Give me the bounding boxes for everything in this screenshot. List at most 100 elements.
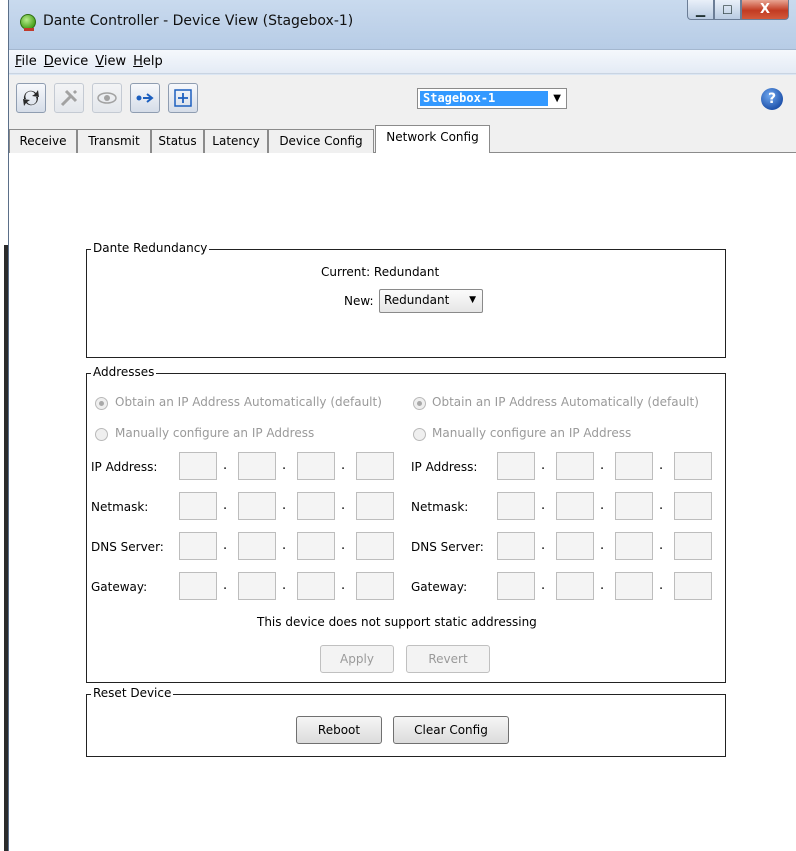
octet-separator: . (282, 458, 287, 473)
left-edge (0, 0, 8, 851)
menu-help[interactable]: Help (133, 54, 163, 69)
secondary-netmask-octet-2[interactable] (556, 492, 594, 520)
octet-separator: . (600, 578, 605, 593)
menu-file[interactable]: File (15, 54, 37, 69)
primary-netmask-label: Netmask: (91, 500, 149, 514)
primary-manual-radio[interactable] (95, 428, 108, 441)
secondary-netmask-octet-1[interactable] (497, 492, 535, 520)
device-view-window: Dante Controller - Device View (Stagebox… (8, 0, 796, 851)
octet-separator: . (600, 458, 605, 473)
secondary-netmask-octet-3[interactable] (615, 492, 653, 520)
secondary-gateway-octet-1[interactable] (497, 572, 535, 600)
tab-device-config[interactable]: Device Config (268, 129, 374, 153)
tools-icon (60, 89, 78, 107)
octet-separator: . (223, 458, 228, 473)
tab-latency[interactable]: Latency (204, 129, 268, 153)
add-button[interactable] (168, 83, 198, 113)
tools-button[interactable] (54, 83, 84, 113)
primary-netmask-octet-1[interactable] (179, 492, 217, 520)
primary-gateway-octet-4[interactable] (356, 572, 394, 600)
secondary-ip-octet-4[interactable] (674, 452, 712, 480)
menu-view[interactable]: View (95, 54, 126, 69)
secondary-dns-octet-1[interactable] (497, 532, 535, 560)
secondary-gateway-octet-4[interactable] (674, 572, 712, 600)
toolbar: Stagebox-1 ▼ ? (9, 75, 796, 123)
menu-bar: File Device View Help (9, 50, 796, 74)
secondary-dns-octet-3[interactable] (615, 532, 653, 560)
tab-transmit[interactable]: Transmit (77, 129, 151, 153)
refresh-button[interactable] (16, 83, 46, 113)
primary-netmask-octet-4[interactable] (356, 492, 394, 520)
revert-button[interactable]: Revert (406, 645, 490, 673)
octet-separator: . (659, 538, 664, 553)
window-controls: ▁ ☐ X (687, 0, 789, 22)
primary-auto-label: Obtain an IP Address Automatically (defa… (115, 395, 382, 409)
static-addressing-note: This device does not support static addr… (257, 615, 537, 629)
secondary-auto-radio[interactable] (413, 397, 426, 410)
secondary-gateway-label: Gateway: (411, 580, 468, 594)
menu-device[interactable]: Device (44, 54, 88, 69)
minimize-button[interactable]: ▁ (687, 0, 714, 20)
octet-separator: . (282, 578, 287, 593)
octet-separator: . (659, 578, 664, 593)
secondary-ip-octet-1[interactable] (497, 452, 535, 480)
octet-separator: . (341, 498, 346, 513)
octet-separator: . (600, 538, 605, 553)
primary-ip-octet-4[interactable] (356, 452, 394, 480)
primary-gateway-octet-1[interactable] (179, 572, 217, 600)
eye-icon (97, 92, 117, 104)
clear-config-button[interactable]: Clear Config (393, 716, 509, 744)
primary-netmask-octet-3[interactable] (297, 492, 335, 520)
secondary-gateway-octet-3[interactable] (615, 572, 653, 600)
tab-receive[interactable]: Receive (9, 129, 77, 153)
secondary-manual-label: Manually configure an IP Address (432, 426, 632, 440)
primary-dns-octet-2[interactable] (238, 532, 276, 560)
primary-gateway-octet-3[interactable] (297, 572, 335, 600)
primary-gateway-octet-2[interactable] (238, 572, 276, 600)
primary-netmask-octet-2[interactable] (238, 492, 276, 520)
octet-separator: . (659, 498, 664, 513)
addresses-group: Addresses Obtain an IP Address Automatic… (86, 365, 726, 683)
secondary-dns-octet-4[interactable] (674, 532, 712, 560)
network-button[interactable] (130, 83, 160, 113)
primary-dns-octet-3[interactable] (297, 532, 335, 560)
secondary-auto-label: Obtain an IP Address Automatically (defa… (432, 395, 699, 409)
addresses-title: Addresses (91, 365, 157, 379)
device-select-value: Stagebox-1 (420, 91, 548, 106)
apply-button[interactable]: Apply (320, 645, 394, 673)
tab-strip: Receive Transmit Status Latency Device C… (9, 123, 796, 154)
secondary-dns-octet-2[interactable] (556, 532, 594, 560)
window-title: Dante Controller - Device View (Stagebox… (43, 13, 354, 29)
primary-dns-octet-1[interactable] (179, 532, 217, 560)
current-redundancy: Current: Redundant (321, 265, 440, 279)
add-icon (174, 89, 192, 107)
refresh-icon (23, 90, 39, 106)
reboot-button[interactable]: Reboot (296, 716, 382, 744)
primary-dns-label: DNS Server: (91, 540, 164, 554)
primary-ip-octet-2[interactable] (238, 452, 276, 480)
device-select[interactable]: Stagebox-1 ▼ (417, 88, 567, 109)
primary-ip-octet-3[interactable] (297, 452, 335, 480)
view-button[interactable] (92, 83, 122, 113)
secondary-netmask-octet-4[interactable] (674, 492, 712, 520)
help-icon[interactable]: ? (761, 88, 783, 110)
tab-network-config[interactable]: Network Config (375, 125, 490, 154)
secondary-manual-radio[interactable] (413, 428, 426, 441)
dante-app-icon (20, 14, 36, 31)
tab-status[interactable]: Status (151, 129, 204, 153)
octet-separator: . (282, 498, 287, 513)
octet-separator: . (223, 578, 228, 593)
network-config-panel: Dante Redundancy Current: Redundant New:… (9, 153, 796, 851)
primary-dns-octet-4[interactable] (356, 532, 394, 560)
redundancy-dropdown[interactable]: Redundant ▼ (379, 289, 483, 313)
secondary-ip-octet-2[interactable] (556, 452, 594, 480)
secondary-gateway-octet-2[interactable] (556, 572, 594, 600)
close-button[interactable]: X (741, 0, 789, 20)
title-bar[interactable]: Dante Controller - Device View (Stagebox… (9, 0, 796, 50)
octet-separator: . (223, 498, 228, 513)
primary-auto-radio[interactable] (95, 397, 108, 410)
maximize-button[interactable]: ☐ (714, 0, 741, 20)
secondary-ip-octet-3[interactable] (615, 452, 653, 480)
primary-ip-label: IP Address: (91, 460, 158, 474)
primary-ip-octet-1[interactable] (179, 452, 217, 480)
